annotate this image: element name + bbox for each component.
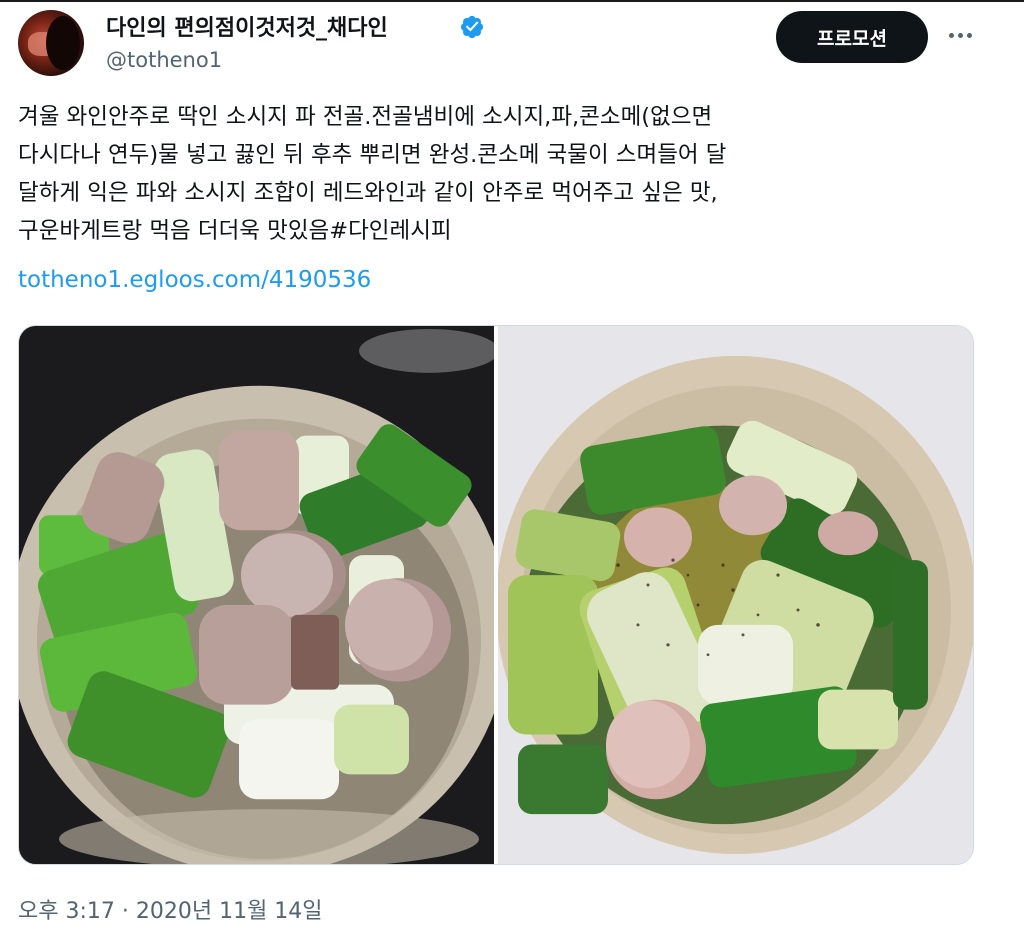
tweet-link[interactable]: totheno1.egloos.com/4190536	[18, 267, 371, 293]
tweet-text-line: 겨울 와인안주로 딱인 소시지 파 전골.전골냄비에 소시지,파,콘소메(없으면	[18, 104, 713, 130]
photo-right-illustration	[498, 326, 973, 864]
more-dot	[966, 32, 972, 38]
avatar[interactable]	[18, 10, 84, 76]
photo-sausage-stew-cooked[interactable]	[498, 326, 973, 864]
tweet-header: 다인의 편의점이것저것_채다인 @totheno1 프로모션	[18, 8, 1008, 80]
more-dot	[957, 32, 963, 38]
tweet-text: 겨울 와인안주로 딱인 소시지 파 전골.전골냄비에 소시지,파,콘소메(없으면…	[18, 98, 978, 250]
more-dot	[948, 32, 954, 38]
tweet-text-line: 구운바게트랑 먹음 더더욱 맛있음#다인레시피	[18, 218, 452, 244]
verified-badge-icon	[460, 15, 484, 39]
more-options-icon[interactable]	[942, 20, 978, 50]
tweet-text-line: 달하게 익은 파와 소시지 조합이 레드와인과 같이 안주로 먹어주고 싶은 맛…	[18, 180, 718, 206]
user-handle[interactable]: @totheno1	[106, 48, 222, 72]
tweet-timestamp[interactable]: 오후 3:17 · 2020년 11월 14일	[18, 893, 323, 925]
promotion-button[interactable]: 프로모션	[776, 11, 928, 63]
top-divider	[0, 0, 1024, 2]
display-name[interactable]: 다인의 편의점이것저것_채다인	[106, 10, 388, 42]
avatar-hair	[46, 16, 80, 70]
media-gallery	[18, 325, 974, 865]
photo-left-illustration	[19, 326, 494, 864]
photo-sausage-stew-raw[interactable]	[19, 326, 494, 864]
tweet-text-line: 다시다나 연두)물 넣고 끓인 뒤 후추 뿌리면 완성.콘소메 국물이 스며들어…	[18, 142, 727, 168]
